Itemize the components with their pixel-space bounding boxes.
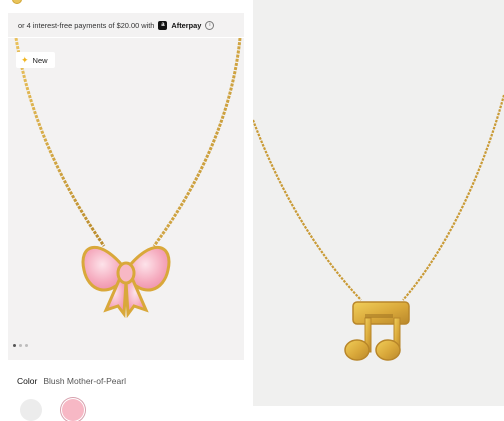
bow-necklace-image <box>14 38 242 319</box>
carousel-dot[interactable] <box>13 344 16 347</box>
new-badge: ✦ New <box>16 52 55 68</box>
gold-swatch-icon <box>12 0 22 4</box>
product-image[interactable]: ✦ New <box>8 38 244 360</box>
new-badge-label: New <box>32 55 48 65</box>
afterpay-text: or 4 interest-free payments of $20.00 wi… <box>18 20 155 30</box>
product-detail-panel: or 4 interest-free payments of $20.00 wi… <box>0 0 253 421</box>
music-note-pendant <box>344 301 410 361</box>
info-icon[interactable]: i <box>205 20 215 30</box>
color-value: Blush Mother-of-Pearl <box>43 376 126 386</box>
music-note-necklace-image[interactable] <box>253 0 504 406</box>
carousel-dot[interactable] <box>19 344 22 347</box>
color-swatch-selected[interactable] <box>62 399 84 421</box>
afterpay-brand: Afterpay <box>171 20 202 30</box>
afterpay-logo-icon: a <box>158 20 168 30</box>
carousel-dots <box>13 344 28 347</box>
afterpay-bar: or 4 interest-free payments of $20.00 wi… <box>8 13 244 37</box>
music-note-necklace <box>253 94 504 361</box>
carousel-dot[interactable] <box>25 344 28 347</box>
sparkle-icon: ✦ <box>21 54 29 65</box>
color-swatch[interactable] <box>20 399 42 421</box>
color-row: Color Blush Mother-of-Pearl <box>17 376 126 386</box>
color-label: Color <box>17 376 38 386</box>
bow-pendant <box>81 246 171 319</box>
